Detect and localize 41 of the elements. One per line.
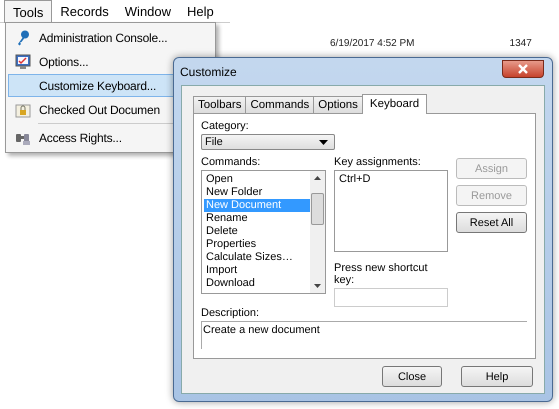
commands-label: Commands: [201, 156, 262, 168]
menu-bar-item[interactable]: Help [179, 0, 222, 22]
category-label: Category: [201, 120, 250, 132]
dialog-button[interactable]: Reset All [456, 212, 527, 233]
scrollbar-thumb[interactable] [311, 193, 324, 225]
tab[interactable]: Keyboard [362, 94, 428, 114]
list-item[interactable]: Import [204, 264, 310, 277]
category-dropdown[interactable]: File [201, 134, 335, 150]
dialog-button[interactable]: Help [461, 366, 533, 387]
scroll-down-icon [314, 284, 321, 288]
number-text: 1347 [510, 38, 532, 49]
shortcut-input-field[interactable] [334, 288, 448, 307]
description-text: Create a new document [201, 321, 527, 349]
menu-item[interactable]: Administration Console... [8, 26, 213, 49]
list-item[interactable]: Open [204, 173, 310, 186]
tab[interactable]: Options [313, 96, 363, 113]
lock-icon [15, 102, 31, 118]
menu-bar-item[interactable]: Tools [4, 0, 52, 23]
date-text: 6/19/2017 4:52 PM [330, 38, 415, 49]
key-icon [16, 30, 30, 46]
list-item[interactable]: New Folder [204, 186, 310, 199]
dropdown-arrow-icon [319, 140, 328, 144]
tab[interactable]: Commands [245, 96, 314, 113]
key-assignments-label: Key assignments: [334, 156, 422, 168]
list-item[interactable]: Properties [204, 238, 310, 251]
shortcut-label: Press new shortcut key: [334, 262, 429, 286]
monitor-icon [15, 54, 31, 70]
tab[interactable]: Toolbars [193, 96, 246, 113]
list-item[interactable]: Download [204, 277, 310, 290]
menu-bar-item[interactable]: Records [52, 0, 117, 22]
dialog-button[interactable]: Close [382, 366, 442, 387]
close-button[interactable] [502, 60, 544, 78]
close-icon [518, 64, 528, 74]
list-item[interactable]: Calculate Sizes… [204, 251, 310, 264]
description-label: Description: [201, 307, 260, 319]
scroll-up-icon [314, 176, 321, 180]
scrollbar[interactable] [310, 171, 325, 293]
list-item[interactable]: Ctrl+D [337, 173, 447, 186]
list-item[interactable]: Delete [204, 225, 310, 238]
menu-bar-item[interactable]: Window [116, 0, 180, 22]
list-item[interactable]: Rename [204, 212, 310, 225]
